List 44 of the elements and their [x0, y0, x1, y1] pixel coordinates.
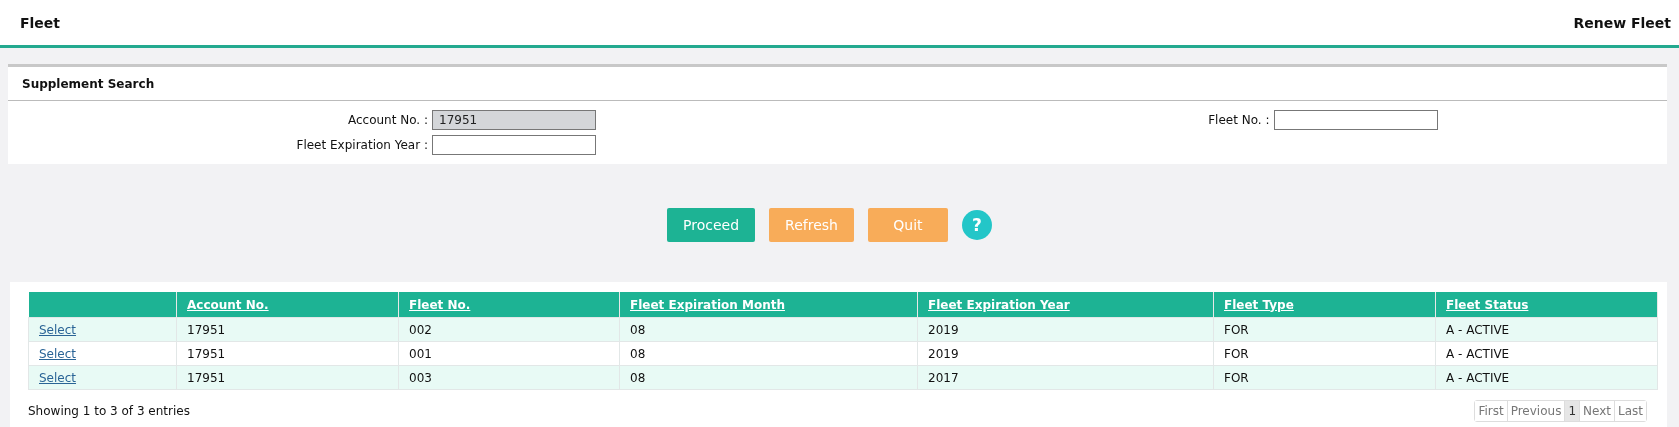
table-cell: FOR: [1213, 365, 1436, 390]
select-link[interactable]: Select: [39, 370, 77, 385]
table-cell: FOR: [1213, 317, 1436, 342]
table-cell: 003: [398, 365, 620, 390]
help-icon[interactable]: ?: [961, 210, 992, 240]
proceed-button[interactable]: Proceed: [667, 208, 756, 242]
column-header[interactable]: Fleet Status: [1435, 292, 1658, 318]
column-header[interactable]: Account No.: [176, 292, 399, 318]
action-button[interactable]: Quit: [867, 208, 948, 242]
table-cell: 002: [398, 317, 620, 342]
table-cell: 08: [619, 317, 918, 342]
table-cell: 17951: [176, 341, 399, 366]
page-button[interactable]: Last: [1614, 401, 1646, 421]
column-header[interactable]: Fleet No.: [398, 292, 620, 318]
field-label: Fleet No. :: [1207, 113, 1271, 127]
input-field[interactable]: [432, 135, 596, 155]
app-title: Fleet: [20, 14, 61, 31]
table-cell: A - ACTIVE: [1435, 317, 1658, 342]
field-label: Fleet Expiration Year :: [295, 138, 429, 152]
column-header[interactable]: Fleet Expiration Year: [917, 292, 1214, 318]
panel-title: Supplement Search: [22, 76, 155, 91]
table-cell: A - ACTIVE: [1435, 341, 1658, 366]
table-cell: 08: [619, 365, 918, 390]
page-button[interactable]: Next: [1579, 401, 1614, 421]
page-button[interactable]: First: [1475, 401, 1507, 421]
table-cell: 17951: [176, 317, 399, 342]
table-cell: 2017: [917, 365, 1214, 390]
page-title: Renew Fleet: [1573, 14, 1671, 31]
table-cell: 001: [398, 341, 620, 366]
entries-info: Showing 1 to 3 of 3 entries: [28, 404, 190, 418]
table-cell: 2019: [917, 317, 1214, 342]
table-cell: 17951: [176, 365, 399, 390]
table-cell: FOR: [1213, 341, 1436, 366]
table-cell: 08: [619, 341, 918, 366]
page-button[interactable]: 1: [1564, 401, 1580, 421]
input-field[interactable]: [1273, 110, 1438, 130]
table-cell: 2019: [917, 341, 1214, 366]
select-link[interactable]: Select: [39, 322, 77, 337]
field-label: Account No. :: [346, 113, 429, 127]
action-button[interactable]: Refresh: [769, 208, 854, 242]
select-link[interactable]: Select: [39, 346, 77, 361]
column-header[interactable]: Fleet Type: [1213, 292, 1436, 318]
column-header[interactable]: Fleet Expiration Month: [619, 292, 918, 318]
table-cell: A - ACTIVE: [1435, 365, 1658, 390]
